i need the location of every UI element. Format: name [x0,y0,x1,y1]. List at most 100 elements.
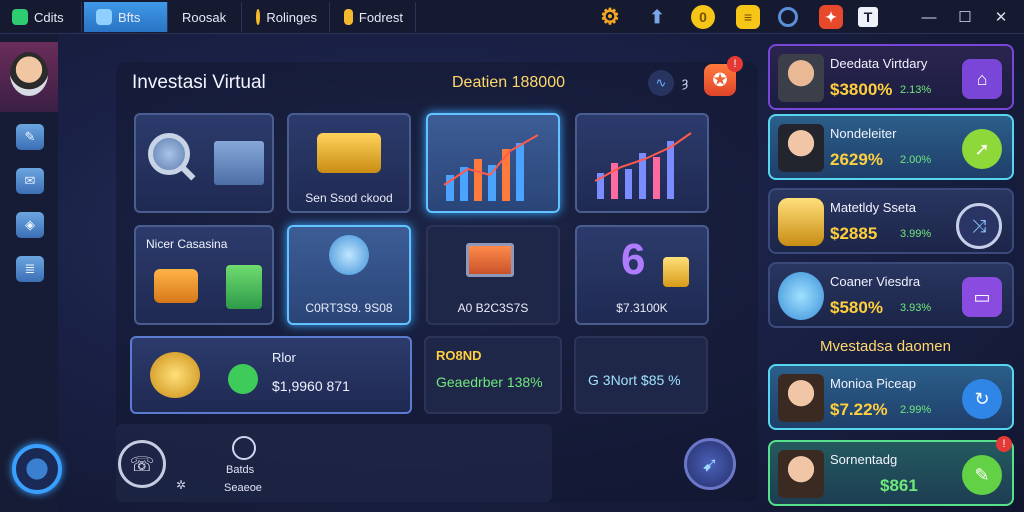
item-value: $2885 [830,224,878,243]
item-value: $861 [880,476,918,495]
item-title: Deedata Virtdary [830,56,928,71]
compass-icon [778,272,824,320]
avatar [10,52,48,96]
bottom-label-2: Seaeoe [224,482,262,494]
gold-truck-icon [317,133,381,173]
item-pct: 3.93% [900,302,932,314]
list-item-2[interactable]: Nondeleiter 2629% 2.00% ➚ [768,114,1014,180]
list-item-3[interactable]: Matetldy Sseta $2885 3.99% ⤨ [768,188,1014,254]
rlor-title: Rlor [272,350,296,365]
maximize-button[interactable]: ☐ [954,6,976,28]
card-label: A0 B2C3S7S [457,301,529,315]
item-pct: 2.13% [900,84,932,96]
tab-icon [256,9,261,25]
monitor-icon [466,243,514,277]
page-title: Investasi Virtual [132,72,266,93]
tab-icon [96,9,112,25]
item-value: $3800% [830,80,893,99]
share-icon[interactable]: ⤨ [956,203,1002,249]
tab-label: Roosak [182,9,227,25]
card-monitor[interactable]: A0 B2C3S7S [426,225,560,325]
item-title: Coaner Viesdra [830,274,921,289]
rlor-value: $1,9960 871 [272,378,350,394]
dice-icon[interactable]: ✦ [819,5,843,29]
card-chart-1[interactable] [426,113,560,213]
wallet-icon [226,265,262,309]
extra-icon[interactable]: ȝ [682,74,688,90]
avatar [778,124,824,172]
item-value: $7.22% [830,400,888,419]
card-gold-truck[interactable]: Sen Ssod ckood [287,113,411,213]
ring-icon[interactable] [778,7,798,27]
item-pct: 2.99% [900,404,932,416]
briefcase-icon [154,269,198,303]
green-coin-icon [228,364,258,394]
round-title: RO8ND [436,348,482,363]
card-casasina[interactable]: Nicer Casasina [134,225,274,325]
profile-tab[interactable] [0,42,58,112]
list-item-5[interactable]: Monioa Piceap $7.22% 2.99% ↻ [768,364,1014,430]
tab-bfts[interactable]: Bfts [84,2,168,32]
list-item-1[interactable]: Deedata Virtdary $3800% 2.13% ⌂ [768,44,1014,110]
gear-icon[interactable]: ⚙ [598,4,622,29]
sidebar-mail-icon[interactable]: ✉ [16,168,44,194]
refresh-icon[interactable]: ↻ [962,379,1002,419]
coin-stack-icon [663,257,689,287]
item-title: Sornentadg [830,452,898,467]
cart-laptop-icon [214,141,264,185]
small-gear-icon[interactable]: ✲ [176,478,186,492]
card-globe[interactable]: C0RT3S9. 9S08 [287,225,411,325]
close-button[interactable]: ✕ [990,6,1012,28]
phone-button[interactable]: ☏ [118,440,166,488]
list-item-4[interactable]: Coaner Viesdra $580% 3.93% ▭ [768,262,1014,328]
sidebar-clipboard-icon[interactable]: ✎ [16,124,44,150]
up-arrow-icon[interactable]: ⬆ [645,5,669,29]
notification-badge: ! [727,56,743,72]
item-value: $580% [830,298,883,317]
sidebar-box-icon[interactable]: ◈ [16,212,44,238]
chart-bars-icon [443,134,539,201]
compass-button[interactable]: ➹ [684,438,736,490]
tab-icon [344,9,353,25]
card-six-coins[interactable]: 6 $7.3100K [575,225,709,325]
section-heading: Mvestadsa daomen [820,338,951,355]
card-nort[interactable]: G 3Nort $85 % [574,336,708,414]
tab-label: Cdits [34,9,64,25]
card-chart-2[interactable] [575,113,709,213]
settings-dial-button[interactable] [12,444,62,494]
round-value: Geaedrber 138% [436,374,543,390]
coin-icon[interactable]: 0 [691,5,715,29]
sidebar-layers-icon[interactable]: ≣ [16,256,44,282]
item-title: Nondeleiter [830,126,897,141]
balance-display: Deatien 188000 [452,74,565,91]
minimize-button[interactable]: — [918,6,940,28]
link-icon[interactable]: ∿ [648,70,674,96]
card-icon[interactable]: ▭ [962,277,1002,317]
avatar [778,374,824,422]
tab-icon [12,9,28,25]
item-pct: 2.00% [900,154,932,166]
note-icon[interactable]: ≡ [736,5,760,29]
home-icon[interactable]: ⌂ [962,59,1002,99]
card-search-shop[interactable] [134,113,274,213]
avatar [778,54,824,102]
tab-fodrest[interactable]: Fodrest [332,2,416,32]
list-item-6[interactable]: Sornentadg $861 ✎ [768,440,1014,506]
t-box-icon[interactable]: T [858,7,878,27]
tab-cdits[interactable]: Cdits [0,2,82,32]
tab-label: Fodrest [358,9,403,25]
six-badge-icon: 6 [621,235,646,284]
card-label: $7.3100K [616,301,668,315]
tab-roosak[interactable]: Roosak [170,2,242,32]
bottom-label-1: Batds [226,464,255,476]
tab-rolinges[interactable]: Rolinges [244,2,330,32]
card-round[interactable]: RO8ND Geaedrber 138% [424,336,562,414]
item-pct: 3.99% [900,228,932,240]
lock-icon[interactable] [232,436,256,460]
card-rlor[interactable]: Rlor $1,9960 871 [130,336,412,414]
card-label: C0RT3S9. 9S08 [305,301,393,315]
leaf-icon[interactable]: ✎ [962,455,1002,495]
item-value: 2629% [830,150,883,169]
card-label: Nicer Casasina [146,237,228,251]
arrow-icon[interactable]: ➚ [962,129,1002,169]
